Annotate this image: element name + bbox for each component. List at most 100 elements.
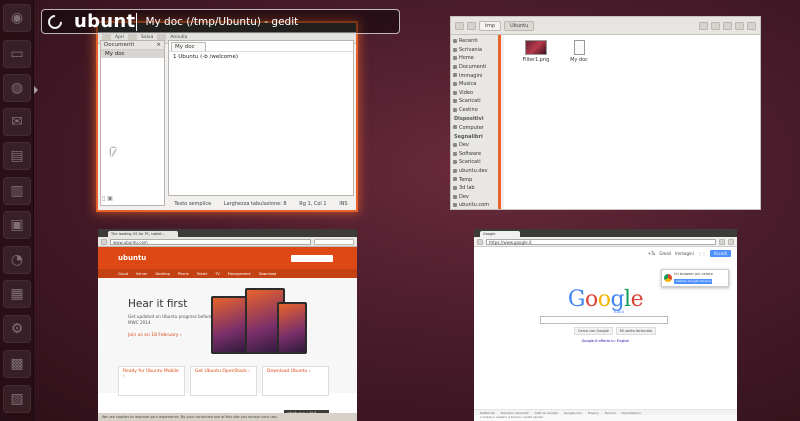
footer-link[interactable]: Pubblicità (480, 411, 495, 415)
files-window[interactable]: tmp Ubuntu Recenti Scrivania Home Documenti… (450, 16, 761, 210)
site-search-input[interactable] (291, 254, 333, 262)
menu-icon[interactable] (747, 21, 756, 30)
sidebar-place-item[interactable]: Immagini (451, 71, 498, 80)
gedit-editor[interactable]: My doc 1 Ubuntu (-b /welcome) (168, 40, 354, 196)
hero-link[interactable]: Join us on 18 February › (128, 333, 182, 338)
ubuntu-nav-item[interactable]: Cloud (118, 272, 128, 276)
files-icon[interactable]: ▭ (3, 40, 31, 68)
search-icon[interactable] (699, 21, 708, 30)
search-engine-box[interactable] (314, 238, 354, 245)
ubuntu-nav-item[interactable]: TV (215, 272, 220, 276)
text-document-icon (573, 40, 585, 55)
signin-button[interactable]: Accedi (709, 249, 731, 257)
close-icon[interactable]: × (156, 42, 161, 48)
sidebar-place-item[interactable]: Software (451, 150, 498, 159)
breadcrumb-ubuntu[interactable]: Ubuntu (504, 20, 535, 31)
sidebar-place-item[interactable]: 3d lab (451, 184, 498, 193)
sidebar-place-item[interactable]: Dev (451, 141, 498, 150)
zoom-icon[interactable] (735, 21, 744, 30)
file-item[interactable]: My doc (559, 40, 599, 63)
footer-link[interactable]: Impostazioni (622, 411, 641, 415)
tab-google[interactable]: Google (480, 231, 520, 237)
sidebar-place-item[interactable]: Musica (451, 80, 498, 89)
firefox-window[interactable]: The leading OS for PC, tablet... www.ubu… (98, 229, 357, 421)
menu-icon[interactable] (728, 238, 734, 245)
sidebar-place-item[interactable]: Temp (451, 175, 498, 184)
link-images[interactable]: Immagini (675, 251, 694, 256)
sidebar-place-item[interactable]: Home (451, 54, 498, 63)
side-doc-item[interactable]: My doc (101, 50, 164, 58)
dash-icon[interactable]: ◉ (3, 4, 31, 32)
sidebar-place-item[interactable]: Cestino (451, 106, 498, 115)
sidebar-place-item[interactable]: Video (451, 89, 498, 98)
card-mobile[interactable]: Ready for Ubuntu Mobile › (118, 366, 185, 396)
text-editor-icon[interactable]: ▥ (3, 177, 31, 205)
back-icon[interactable] (477, 238, 483, 245)
language-links[interactable]: Google.it offerto in: English (474, 339, 737, 343)
footer-link[interactable]: Privacy (588, 411, 599, 415)
browser-icon[interactable]: ◍ (3, 74, 31, 102)
link-gmail[interactable]: Gmail (659, 251, 671, 256)
terminal-icon[interactable]: ▤ (3, 142, 31, 170)
star-icon[interactable] (719, 238, 725, 245)
sidebar-place-item[interactable]: Scaricati (451, 97, 498, 106)
link-plus-you[interactable]: +Tu (648, 251, 656, 256)
forward-icon[interactable] (467, 21, 476, 30)
trash-icon[interactable]: ▨ (3, 385, 31, 413)
ubuntu-nav-item[interactable]: Server (136, 272, 147, 276)
footer-link[interactable]: Soluzioni aziendali (501, 411, 529, 415)
url-bar[interactable]: www.ubuntu.com (110, 238, 311, 245)
places-sidebar: Recenti Scrivania Home Documenti Immagini Mus… (451, 35, 501, 209)
mail-icon[interactable]: ✉ (3, 108, 31, 136)
window-search-bar[interactable]: ubunt My doc (/tmp/Ubuntu) - gedit (41, 9, 400, 34)
ubuntu-nav-item[interactable]: Tablet (197, 272, 207, 276)
list-view-icon[interactable] (723, 21, 732, 30)
sidebar-place-item[interactable]: Recenti (451, 37, 498, 46)
back-icon[interactable] (455, 21, 464, 30)
google-search-button[interactable]: Cerca con Google (574, 327, 613, 335)
office-icon[interactable]: ▦ (3, 280, 31, 308)
grid-view-icon[interactable] (711, 21, 720, 30)
search-query: ubunt (74, 11, 136, 32)
settings-icon[interactable]: ⚙ (3, 315, 31, 343)
tab-my-doc[interactable]: My doc (171, 42, 206, 51)
card-download[interactable]: Download Ubuntu › (262, 366, 329, 396)
footer-link[interactable]: Google.com (564, 411, 582, 415)
sidebar-place-item[interactable]: ubuntu.com (451, 201, 498, 209)
side-panel-header[interactable]: Documenti × (101, 41, 164, 50)
sidebar-place-item[interactable]: Computer (451, 123, 498, 132)
sidebar-place-item[interactable]: Scaricati (451, 158, 498, 167)
back-icon[interactable] (101, 238, 107, 245)
breadcrumb-tmp[interactable]: tmp (479, 20, 502, 31)
gedit-window[interactable]: Apri Salva Annulla Documenti × My doc My… (98, 23, 356, 210)
footer-link[interactable]: Tutto su Google (534, 411, 557, 415)
sidebar-place-item[interactable]: Documenti (451, 63, 498, 72)
devices-image (211, 288, 311, 358)
ubuntu-nav-item[interactable]: Phone (178, 272, 189, 276)
chrome-window[interactable]: Google https://www.google.it +Tu Gmail I… (474, 229, 737, 421)
sidebar-place-item[interactable]: Dev (451, 193, 498, 202)
apps-icon[interactable]: ▩ (3, 350, 31, 378)
logo-letter: e (630, 287, 644, 312)
tab-ubuntu[interactable]: The leading OS for PC, tablet... (108, 231, 178, 237)
file-item[interactable]: Filter1.png (516, 40, 556, 63)
status-language[interactable]: Testo semplice (174, 201, 211, 207)
card-openstack[interactable]: Get Ubuntu OpenStack › (190, 366, 257, 396)
status-tab-width[interactable]: Larghezza tabulazione: 8 (224, 201, 287, 207)
chat-icon[interactable]: ◔ (3, 246, 31, 274)
install-chrome-button[interactable]: Installa Google Chrome (674, 279, 712, 284)
sidebar-place-item[interactable]: ubuntu.dev (451, 167, 498, 176)
google-search-input[interactable] (540, 316, 668, 324)
footer-link[interactable]: Termini (605, 411, 616, 415)
store-icon[interactable]: ▣ (3, 211, 31, 239)
lucky-button[interactable]: Mi sento fortunato (615, 327, 657, 335)
sidebar-place-item[interactable]: Scrivania (451, 46, 498, 55)
files-view[interactable]: Filter1.png My doc (504, 35, 760, 209)
ubuntu-nav-item[interactable]: Download (259, 272, 276, 276)
chrome-logo-icon (664, 274, 672, 282)
apps-grid-icon[interactable]: ⋮⋮ (698, 251, 706, 256)
ubuntu-nav-item[interactable]: Management (228, 272, 251, 276)
ubuntu-nav-item[interactable]: Desktop (155, 272, 169, 276)
omnibox[interactable]: https://www.google.it (486, 238, 716, 245)
ubuntu-logo[interactable]: ubuntu (118, 254, 146, 262)
